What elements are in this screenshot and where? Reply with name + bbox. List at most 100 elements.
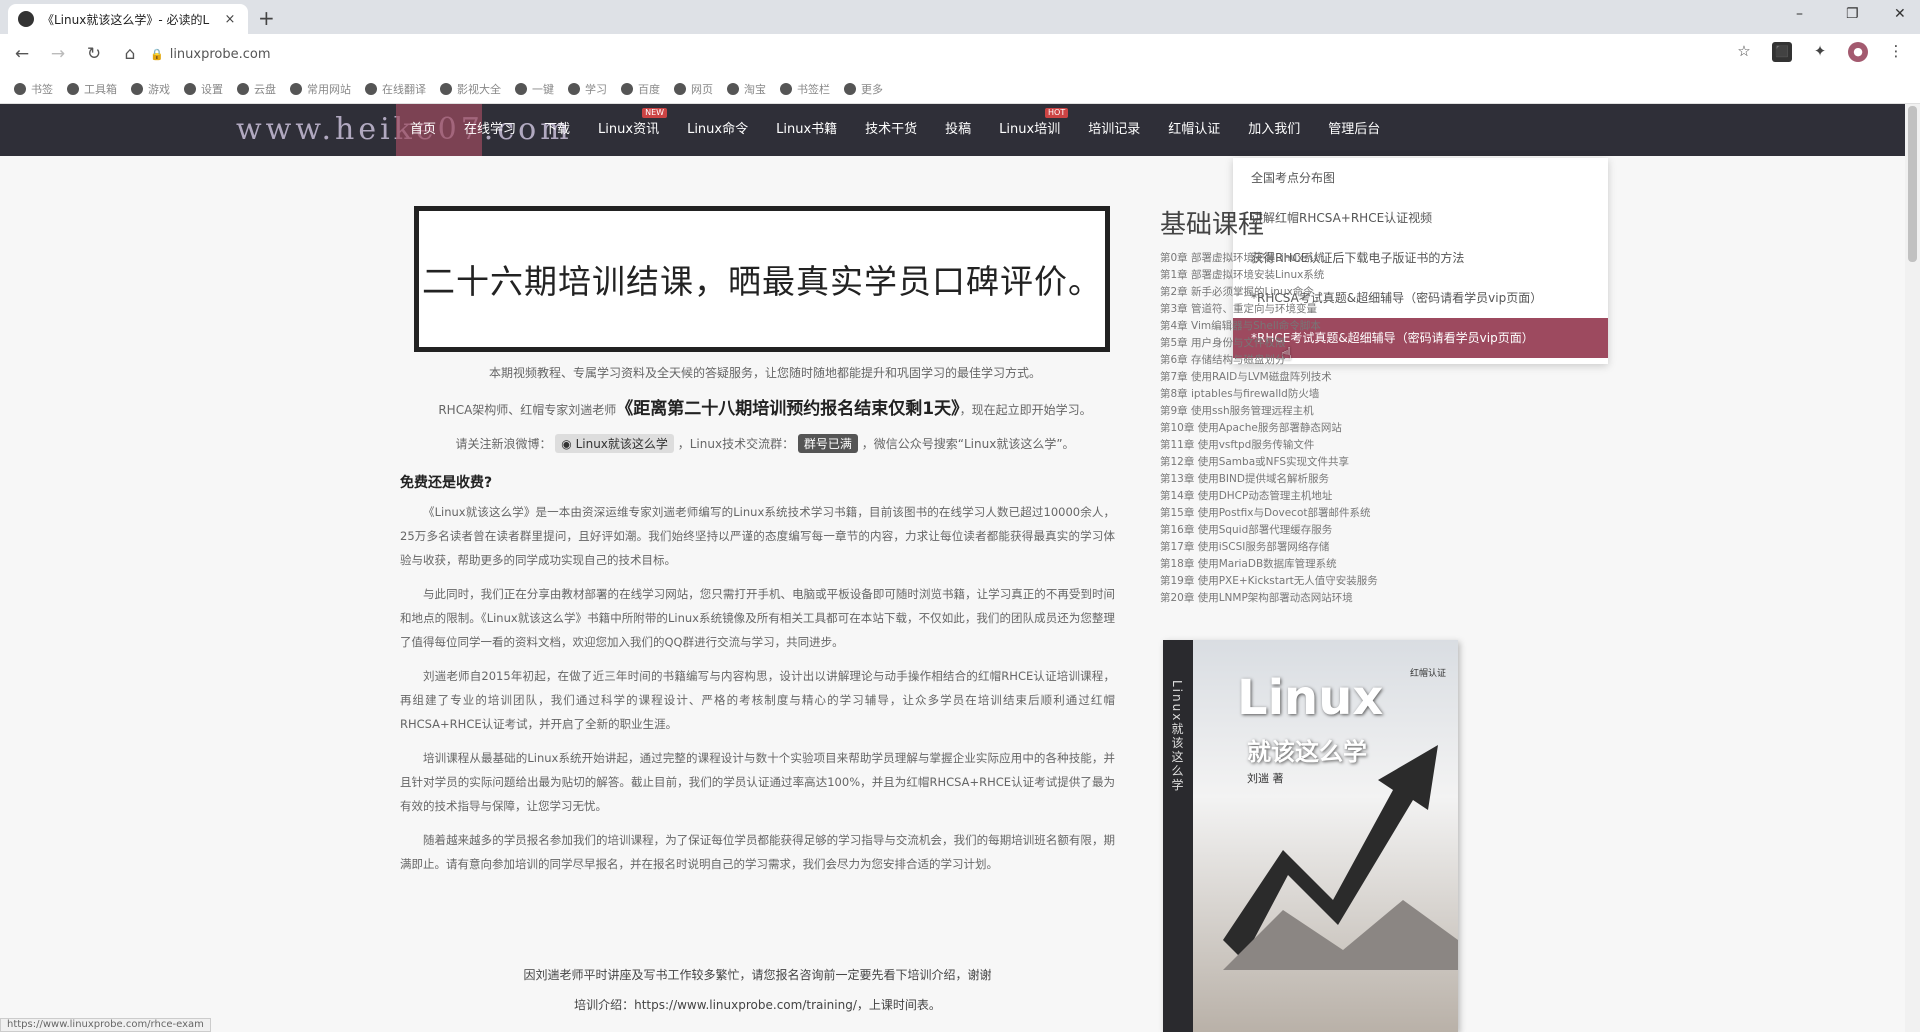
address-bar[interactable]: 🔒 linuxprobe.com: [140, 40, 1720, 68]
page-scrollbar-thumb[interactable]: [1908, 106, 1917, 262]
tab-close-icon[interactable]: ×: [222, 12, 238, 27]
nav-item[interactable]: 加入我们: [1234, 104, 1314, 156]
bookmark-item[interactable]: 常用网站: [290, 81, 351, 97]
intro-line-2-suffix: ，现在起立即开始学习。: [959, 403, 1092, 417]
bookmark-item[interactable]: 工具箱: [67, 81, 117, 97]
puzzle-extensions-icon[interactable]: ✦: [1810, 42, 1830, 62]
chapter-link[interactable]: 第10章 使用Apache服务部署静态网站: [1160, 420, 1460, 437]
bookmark-item[interactable]: 网页: [674, 81, 713, 97]
reload-icon[interactable]: ↻: [80, 44, 108, 64]
bookmark-item[interactable]: 在线翻译: [365, 81, 426, 97]
social-mid: ，Linux技术交流群：: [677, 437, 795, 451]
bookmark-item[interactable]: 设置: [184, 81, 223, 97]
bookmark-favicon-icon: [184, 82, 196, 95]
bookmark-item[interactable]: 更多: [844, 81, 883, 97]
chapter-link[interactable]: 第13章 使用BIND提供域名解析服务: [1160, 471, 1460, 488]
bookmark-label: 百度: [638, 82, 660, 96]
nav-item[interactable]: 下载: [530, 104, 584, 156]
bookmark-item[interactable]: 学习: [568, 81, 607, 97]
bookmark-label: 一键: [532, 82, 554, 96]
chapter-list: 第0章 部署虚拟环境安装Linux系统 第1章 部署虚拟环境安装Linux系统 第2…: [1160, 250, 1460, 607]
bookmark-favicon-icon: [727, 82, 739, 95]
nav-item-label: 在线学习: [464, 122, 517, 137]
chapter-link[interactable]: 第3章 管道符、重定向与环境变量: [1160, 301, 1460, 318]
nav-item-label: 管理后台: [1328, 122, 1381, 137]
free-or-paid-heading: 免费还是收费?: [400, 475, 493, 491]
book-cover-image[interactable]: Linux就该这么学 红帽认证 Linux 就该这么学 刘遄 著: [1163, 640, 1458, 1032]
nav-item-label: 投稿: [945, 122, 972, 137]
bookmark-item[interactable]: 书签栏: [780, 81, 830, 97]
intro-line-2: RHCA架构师、红帽专家刘遄老师《距离第二十八期培训预约报名结束仅剩1天》，现在…: [400, 394, 1130, 419]
nav-item-label: 下载: [544, 122, 571, 137]
nav-item[interactable]: Linux命令: [673, 104, 762, 156]
book-spine-text: Linux就该这么学: [1170, 680, 1184, 793]
bookmark-label: 影视大全: [457, 82, 501, 96]
nav-item[interactable]: 首页: [396, 104, 450, 156]
chapter-link[interactable]: 第0章 部署虚拟环境安装Linux系统: [1160, 250, 1460, 267]
menu-kebab-icon[interactable]: ⋮: [1886, 42, 1906, 62]
chapter-link[interactable]: 第5章 用户身份与文件权限: [1160, 335, 1460, 352]
nav-item[interactable]: Linux资讯 NEW: [584, 104, 673, 156]
back-arrow-icon[interactable]: ←: [8, 44, 36, 64]
chapter-link[interactable]: 第2章 新手必须掌握的Linux命令: [1160, 284, 1460, 301]
extension-icon[interactable]: ⬛: [1772, 42, 1792, 62]
chapter-link[interactable]: 第11章 使用vsftpd服务传输文件: [1160, 437, 1460, 454]
chapter-link[interactable]: 第7章 使用RAID与LVM磁盘阵列技术: [1160, 369, 1460, 386]
bookmark-star-icon[interactable]: ☆: [1734, 42, 1754, 62]
chapter-link[interactable]: 第14章 使用DHCP动态管理主机地址: [1160, 488, 1460, 505]
chapter-link[interactable]: 第1章 部署虚拟环境安装Linux系统: [1160, 267, 1460, 284]
bookmark-favicon-icon: [674, 82, 686, 95]
chapter-link[interactable]: 第8章 iptables与firewalld防火墙: [1160, 386, 1460, 403]
chapter-link[interactable]: 第12章 使用Samba或NFS实现文件共享: [1160, 454, 1460, 471]
dropdown-item[interactable]: 讲解红帽RHCSA+RHCE认证视频: [1233, 198, 1608, 238]
bookmark-item[interactable]: 百度: [621, 81, 660, 97]
chapter-link[interactable]: 第18章 使用MariaDB数据库管理系统: [1160, 556, 1460, 573]
bookmark-item[interactable]: 淘宝: [727, 81, 766, 97]
nav-item[interactable]: 红帽认证: [1154, 104, 1234, 156]
chapter-link[interactable]: 第6章 存储结构与磁盘划分: [1160, 352, 1460, 369]
close-window-button[interactable]: ✕: [1894, 6, 1906, 22]
weibo-link[interactable]: ◉ Linux就该这么学: [555, 434, 674, 453]
chapter-link[interactable]: 第4章 Vim编辑器与Shell命令脚本: [1160, 318, 1460, 335]
profile-avatar-icon[interactable]: ●: [1848, 42, 1868, 62]
dropdown-item[interactable]: 全国考点分布图: [1233, 158, 1608, 198]
training-countdown-link[interactable]: 《距离第二十八期培训预约报名结束仅剩1天》: [616, 399, 959, 419]
new-tab-button[interactable]: +: [258, 6, 275, 30]
nav-item[interactable]: 在线学习: [450, 104, 530, 156]
bookmark-label: 学习: [585, 82, 607, 96]
nav-item[interactable]: 技术干货: [851, 104, 931, 156]
bookmark-item[interactable]: 游戏: [131, 81, 170, 97]
chapter-link[interactable]: 第9章 使用ssh服务管理远程主机: [1160, 403, 1460, 420]
chapter-link[interactable]: 第19章 使用PXE+Kickstart无人值守安装服务: [1160, 573, 1460, 590]
minimize-button[interactable]: –: [1796, 6, 1803, 22]
nav-item[interactable]: 投稿: [931, 104, 985, 156]
nav-item[interactable]: 培训记录: [1074, 104, 1154, 156]
restore-button[interactable]: ❐: [1846, 6, 1859, 22]
promo-banner[interactable]: 二十六期培训结课，晒最真实学员口碑评价。: [414, 206, 1110, 352]
bookmark-item[interactable]: 影视大全: [440, 81, 501, 97]
bookmark-favicon-icon: [568, 82, 580, 95]
bookmark-label: 在线翻译: [382, 82, 426, 96]
nav-item[interactable]: 管理后台: [1314, 104, 1394, 156]
bookmark-item[interactable]: 书签: [14, 81, 53, 97]
chapter-link[interactable]: 第15章 使用Postfix与Dovecot部署邮件系统: [1160, 505, 1460, 522]
chapter-link[interactable]: 第17章 使用iSCSI服务部署网络存储: [1160, 539, 1460, 556]
chapter-link[interactable]: 第20章 使用LNMP架构部署动态网站环境: [1160, 590, 1460, 607]
bookmark-label: 设置: [201, 82, 223, 96]
nav-item-label: 加入我们: [1248, 122, 1301, 137]
chapter-link[interactable]: 第16章 使用Squid部署代理缓存服务: [1160, 522, 1460, 539]
bookmark-favicon-icon: [844, 82, 856, 95]
bookmark-item[interactable]: 云盘: [237, 81, 276, 97]
qq-group-link[interactable]: 群号已满: [797, 434, 858, 453]
bookmark-label: 书签: [31, 82, 53, 96]
nav-item[interactable]: Linux培训 HOT: [985, 104, 1074, 156]
browser-tab[interactable]: 《Linux就该这么学》- 必读的L ×: [8, 4, 248, 34]
forward-arrow-icon[interactable]: →: [44, 44, 72, 64]
bookmark-favicon-icon: [14, 82, 26, 95]
training-intro-link[interactable]: 培训介绍：https://www.linuxprobe.com/training…: [400, 996, 1115, 1013]
bookmark-item[interactable]: 一键: [515, 81, 554, 97]
book-author: 刘遄 著: [1247, 772, 1284, 785]
nav-item[interactable]: Linux书籍: [762, 104, 851, 156]
nav-badge: HOT: [1045, 108, 1069, 118]
intro-line-1: 本期视频教程、专属学习资料及全天候的答疑服务，让您随时随地都能提升和巩固学习的最…: [488, 366, 1041, 380]
